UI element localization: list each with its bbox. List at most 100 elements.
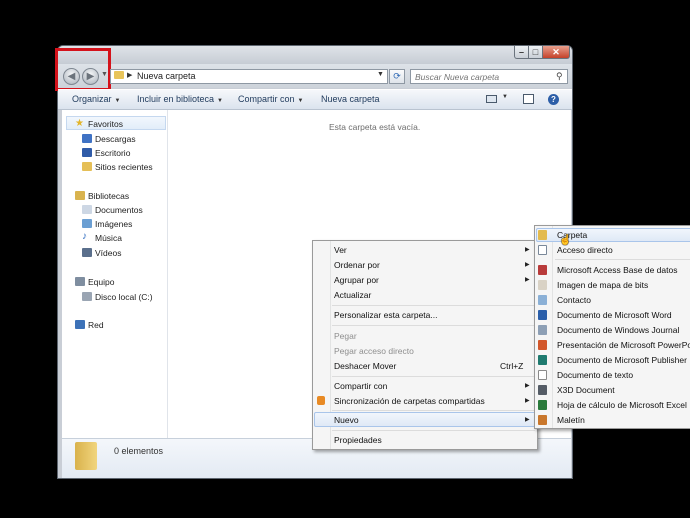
videos-icon <box>82 248 92 257</box>
nav-item-local-disk[interactable]: Disco local (C:) <box>95 292 153 302</box>
item-count: 0 elementos <box>114 446 164 456</box>
address-dropdown-icon[interactable]: ▼ <box>377 71 384 78</box>
nav-header-libraries[interactable]: Bibliotecas <box>88 191 129 201</box>
submenu-item-excel[interactable]: Hoja de cálculo de Microsoft Excel <box>557 400 687 410</box>
include-label: Incluir en biblioteca <box>137 94 215 104</box>
hand-cursor-icon: ☝ <box>559 235 572 246</box>
submenu-item-powerpoint[interactable]: Presentación de Microsoft PowerPoint <box>557 340 690 350</box>
share-label: Compartir con <box>238 94 295 104</box>
chevron-down-icon: ▼ <box>297 98 304 104</box>
menu-item-refresh[interactable]: Actualizar <box>334 290 371 300</box>
menu-separator <box>332 325 535 326</box>
sync-icon <box>317 396 325 405</box>
view-options-chevron-icon[interactable]: ▼ <box>502 94 508 100</box>
submenu-arrow-icon: ▶ <box>525 247 530 253</box>
minimize-icon: – <box>518 47 524 57</box>
network-icon <box>75 320 85 329</box>
search-input[interactable] <box>411 70 555 83</box>
nav-item-recent-places[interactable]: Sitios recientes <box>95 162 153 172</box>
close-button[interactable]: ✕ <box>542 46 570 59</box>
word-icon <box>538 310 547 320</box>
contact-icon <box>538 295 547 305</box>
submenu-arrow-icon: ▶ <box>525 417 530 423</box>
nav-item-videos[interactable]: Vídeos <box>95 248 121 258</box>
search-icon[interactable]: ⚲ <box>556 71 563 82</box>
nav-item-music[interactable]: Música <box>95 233 122 243</box>
navigation-pane <box>62 110 168 438</box>
nav-header-favorites[interactable]: Favoritos <box>88 119 123 129</box>
organize-label: Organizar <box>72 94 112 104</box>
nav-header-network[interactable]: Red <box>88 320 104 330</box>
submenu-arrow-icon: ▶ <box>525 277 530 283</box>
menu-item-properties[interactable]: Propiedades <box>334 435 382 445</box>
bitmap-icon <box>538 280 547 290</box>
nav-item-documents[interactable]: Documentos <box>95 205 143 215</box>
star-icon: ★ <box>75 118 84 129</box>
libraries-icon <box>75 191 85 200</box>
maximize-button[interactable]: □ <box>528 46 543 59</box>
breadcrumb-chevron-icon[interactable]: ▶ <box>127 71 132 79</box>
submenu-arrow-icon: ▶ <box>525 398 530 404</box>
share-with-button[interactable]: Compartir con ▼ <box>238 94 303 104</box>
new-folder-button[interactable]: Nueva carpeta <box>321 94 380 104</box>
menu-item-customize-folder[interactable]: Personalizar esta carpeta... <box>334 310 437 320</box>
access-icon <box>538 265 547 275</box>
minimize-button[interactable]: – <box>514 46 529 59</box>
refresh-icon: ⟳ <box>393 71 401 81</box>
submenu-arrow-icon: ▶ <box>525 383 530 389</box>
folder-icon <box>538 230 547 240</box>
powerpoint-icon <box>538 340 547 350</box>
menu-item-view[interactable]: Ver <box>334 245 347 255</box>
submenu-item-journal-document[interactable]: Documento de Windows Journal <box>557 325 679 335</box>
menu-item-new[interactable]: Nuevo <box>334 415 359 425</box>
menu-item-paste: Pegar <box>334 331 357 341</box>
nav-item-pictures[interactable]: Imágenes <box>95 219 132 229</box>
local-disk-icon <box>82 292 92 301</box>
menu-gutter <box>552 226 553 428</box>
downloads-icon <box>82 134 92 143</box>
shortcut-icon <box>538 245 547 255</box>
menu-item-share-with[interactable]: Compartir con <box>334 381 387 391</box>
nav-item-downloads[interactable]: Descargas <box>95 134 136 144</box>
folder-icon <box>114 71 124 79</box>
menu-item-shared-folder-sync[interactable]: Sincronización de carpetas compartidas <box>334 396 485 406</box>
excel-icon <box>538 400 547 410</box>
menu-item-sort-by[interactable]: Ordenar por <box>334 260 380 270</box>
title-bar[interactable] <box>58 46 572 64</box>
nav-header-computer[interactable]: Equipo <box>88 277 114 287</box>
submenu-item-briefcase[interactable]: Maletín <box>557 415 585 425</box>
help-icon[interactable]: ? <box>548 94 559 105</box>
submenu-item-access-database[interactable]: Microsoft Access Base de datos <box>557 265 677 275</box>
text-file-icon <box>538 370 547 380</box>
submenu-item-text-document[interactable]: Documento de texto <box>557 370 633 380</box>
submenu-item-publisher[interactable]: Documento de Microsoft Publisher <box>557 355 687 365</box>
submenu-item-shortcut[interactable]: Acceso directo <box>557 245 613 255</box>
folder-icon <box>75 442 97 470</box>
recent-places-icon <box>82 162 92 171</box>
preview-pane-icon[interactable] <box>523 94 534 104</box>
documents-icon <box>82 205 92 214</box>
menu-item-undo-move[interactable]: Deshacer Mover <box>334 361 396 371</box>
refresh-button[interactable]: ⟳ <box>389 69 405 84</box>
submenu-item-bitmap[interactable]: Imagen de mapa de bits <box>557 280 648 290</box>
submenu-item-x3d[interactable]: X3D Document <box>557 385 615 395</box>
menu-separator <box>332 305 535 306</box>
menu-separator <box>555 259 690 260</box>
submenu-item-word-document[interactable]: Documento de Microsoft Word <box>557 310 672 320</box>
include-library-button[interactable]: Incluir en biblioteca ▼ <box>137 94 223 104</box>
breadcrumb-current[interactable]: Nueva carpeta <box>137 71 196 81</box>
nav-item-desktop[interactable]: Escritorio <box>95 148 130 158</box>
menu-item-paste-shortcut: Pegar acceso directo <box>334 346 414 356</box>
menu-item-group-by[interactable]: Agrupar por <box>334 275 379 285</box>
briefcase-icon <box>538 415 547 425</box>
change-view-icon[interactable] <box>486 95 497 103</box>
search-box[interactable] <box>410 69 568 84</box>
publisher-icon <box>538 355 547 365</box>
menu-separator <box>332 376 535 377</box>
submenu-arrow-icon: ▶ <box>525 262 530 268</box>
nav-buttons-highlight-box <box>55 48 111 91</box>
undo-shortcut-label: Ctrl+Z <box>500 361 524 371</box>
music-icon: ♪ <box>82 231 87 242</box>
organize-button[interactable]: Organizar ▼ <box>72 94 120 104</box>
submenu-item-contact[interactable]: Contacto <box>557 295 591 305</box>
